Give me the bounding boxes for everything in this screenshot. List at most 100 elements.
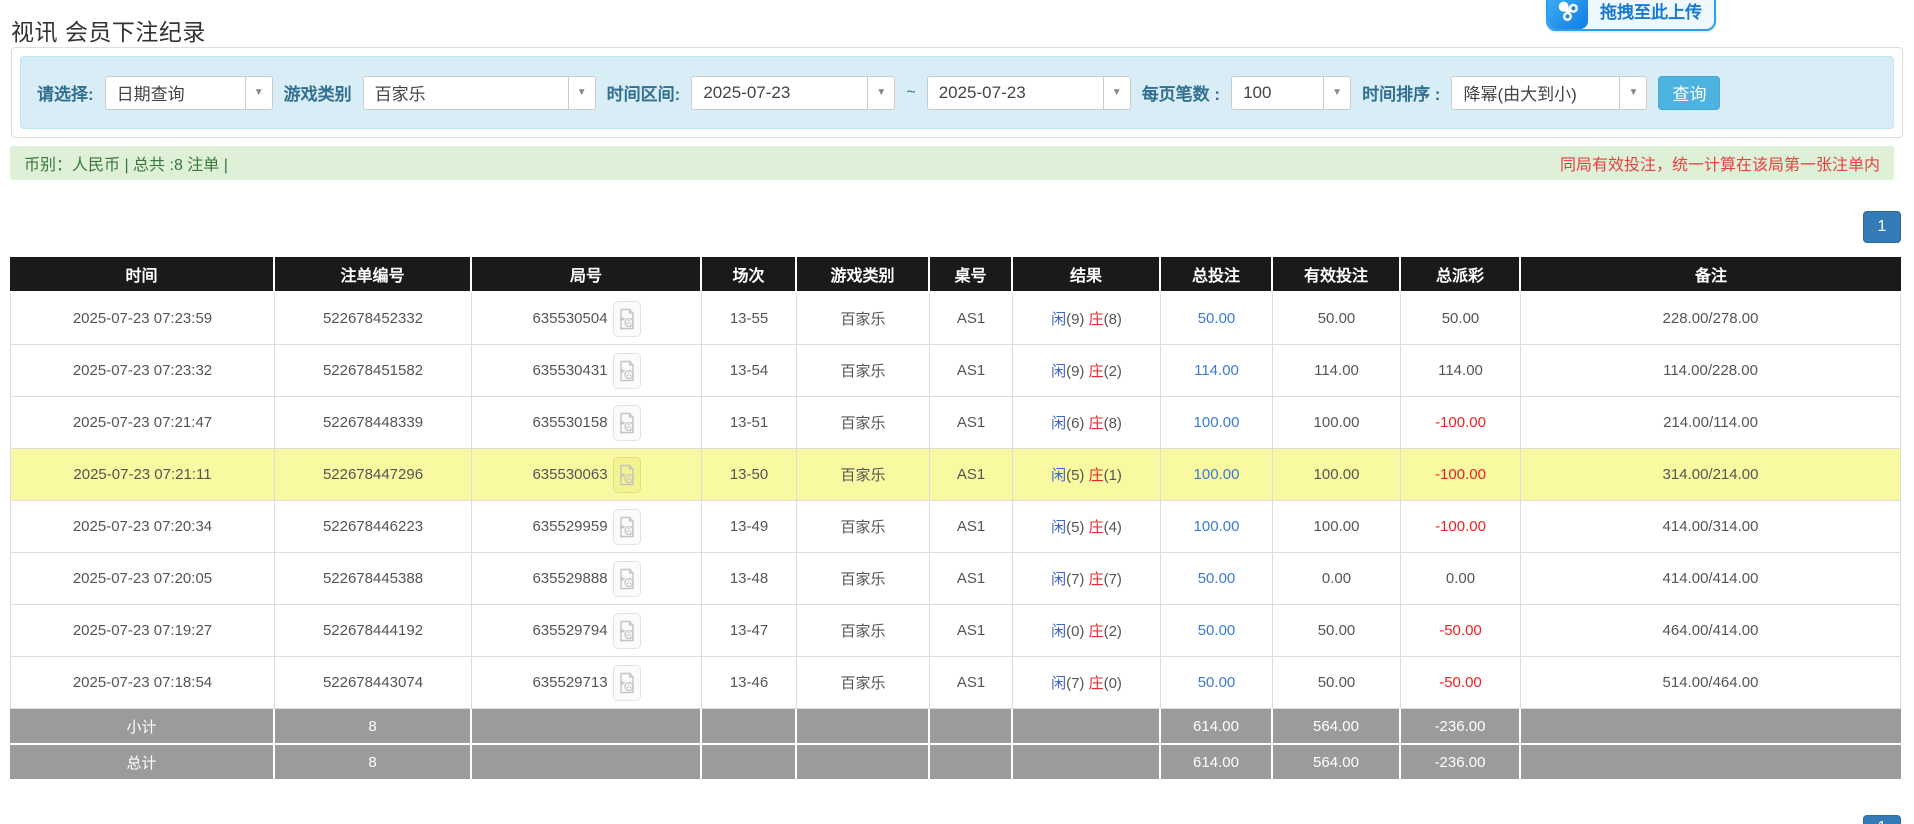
page-size-value: 100 [1231,76,1323,110]
round-number: 635530431 [532,362,607,379]
column-header: 场次 [702,257,797,293]
summary-count-cell: 8 [275,709,472,745]
betting-records-page: 视讯 会员下注纪录 拖拽至此上传 请选择: 日期查询 ▼ 游戏类别 百家乐 [0,0,1914,824]
game-type-cell: 百家乐 [797,657,930,709]
total-bet-link[interactable]: 100.00 [1194,518,1240,535]
time-cell: 2025-07-23 07:20:05 [10,553,275,605]
date-to-select[interactable]: 2025-07-23 ▼ [927,76,1131,110]
payout-cell: -100.00 [1401,397,1521,449]
summary-empty-cell [1013,709,1161,745]
tilde-separator: ~ [906,84,915,102]
round-cell: 635529713 [472,657,702,709]
payout-cell: -50.00 [1401,657,1521,709]
total-bet-cell: 114.00 [1161,345,1273,397]
round-number: 635529959 [532,518,607,535]
page-size-label: 每页笔数 : [1142,80,1220,105]
video-replay-icon-button[interactable] [613,457,641,493]
chevron-down-icon[interactable]: ▼ [1323,76,1351,110]
banker-score: (4) [1104,519,1122,536]
game-type-cell: 百家乐 [797,345,930,397]
video-replay-icon-button[interactable] [613,613,641,649]
table-body: 2025-07-23 07:23:59522678452332635530504… [10,293,1901,781]
payout-cell: -100.00 [1401,449,1521,501]
currency-summary-bar: 币别：人民币 | 总共 :8 注单 | 同局有效投注，统一计算在该局第一张注单内 [10,146,1894,180]
valid-bet-cell: 0.00 [1273,553,1401,605]
pagination-page-1-top[interactable]: 1 [1863,211,1901,243]
session-cell: 13-48 [702,553,797,605]
time-cell: 2025-07-23 07:23:32 [10,345,275,397]
round-cell: 635529959 [472,501,702,553]
table-number-cell: AS1 [930,657,1013,709]
player-score: (0) [1066,623,1084,640]
video-replay-icon-button[interactable] [613,301,641,337]
player-score: (5) [1066,519,1084,536]
round-number: 635529888 [532,570,607,587]
date-from-select[interactable]: 2025-07-23 ▼ [691,76,895,110]
table-number-cell: AS1 [930,293,1013,345]
total-bet-cell: 50.00 [1161,553,1273,605]
table-number-cell: AS1 [930,449,1013,501]
video-replay-icon-button[interactable] [613,509,641,545]
video-replay-icon-button[interactable] [613,561,641,597]
total-bet-link[interactable]: 50.00 [1198,674,1236,691]
time-cell: 2025-07-23 07:18:54 [10,657,275,709]
bet-id-cell: 522678451582 [275,345,472,397]
table-row: 2025-07-23 07:19:27522678444192635529794… [10,605,1901,657]
total-bet-link[interactable]: 100.00 [1194,414,1240,431]
table-number-cell: AS1 [930,501,1013,553]
total-bet-cell: 100.00 [1161,501,1273,553]
bet-id-cell: 522678443074 [275,657,472,709]
banker-result: 庄 [1084,363,1103,380]
summary-empty-cell [930,709,1013,745]
date-to-value: 2025-07-23 [927,76,1103,110]
player-score: (9) [1066,311,1084,328]
search-button[interactable]: 查询 [1658,76,1720,110]
bet-id-cell: 522678447296 [275,449,472,501]
video-replay-icon-button[interactable] [613,353,641,389]
summary-total-bet-cell: 614.00 [1161,745,1273,781]
payout-cell: 0.00 [1401,553,1521,605]
game-type-label: 游戏类别 [284,80,352,105]
summary-empty-cell [797,709,930,745]
result-cell: 闲(0) 庄(2) [1013,605,1161,657]
result-cell: 闲(5) 庄(4) [1013,501,1161,553]
game-type-select[interactable]: 百家乐 ▼ [363,76,596,110]
chevron-down-icon[interactable]: ▼ [1619,76,1647,110]
time-sort-value: 降幂(由大到小) [1451,76,1619,110]
result-cell: 闲(9) 庄(8) [1013,293,1161,345]
round-cell: 635529888 [472,553,702,605]
banker-score: (1) [1104,467,1122,484]
player-score: (9) [1066,363,1084,380]
chevron-down-icon[interactable]: ▼ [1103,76,1131,110]
total-bet-link[interactable]: 50.00 [1198,622,1236,639]
round-cell: 635530063 [472,449,702,501]
pagination-page-1-bottom[interactable]: 1 [1863,815,1901,824]
game-type-cell: 百家乐 [797,553,930,605]
session-cell: 13-54 [702,345,797,397]
total-bet-link[interactable]: 114.00 [1194,362,1239,379]
time-sort-select[interactable]: 降幂(由大到小) ▼ [1451,76,1647,110]
summary-payout-cell: -236.00 [1401,709,1521,745]
round-number: 635529713 [532,674,607,691]
table-row: 2025-07-23 07:21:11522678447296635530063… [10,449,1901,501]
table-row: 2025-07-23 07:20:05522678445388635529888… [10,553,1901,605]
page-size-select[interactable]: 100 ▼ [1231,76,1351,110]
video-replay-icon-button[interactable] [613,665,641,701]
total-bet-link[interactable]: 100.00 [1194,466,1240,483]
chevron-down-icon[interactable]: ▼ [245,76,273,110]
total-bet-link[interactable]: 50.00 [1198,310,1236,327]
column-header: 游戏类别 [797,257,930,293]
valid-bet-cell: 50.00 [1273,657,1401,709]
subtotal-row: 小计8614.00564.00-236.00 [10,709,1901,745]
remark-cell: 314.00/214.00 [1521,449,1901,501]
video-replay-icon-button[interactable] [613,405,641,441]
result-cell: 闲(7) 庄(7) [1013,553,1161,605]
drag-upload-widget[interactable]: 拖拽至此上传 [1546,0,1716,31]
total-bet-link[interactable]: 50.00 [1198,570,1236,587]
player-result: 闲 [1051,311,1066,328]
banker-score: (7) [1104,571,1122,588]
query-mode-select[interactable]: 日期查询 ▼ [105,76,273,110]
chevron-down-icon[interactable]: ▼ [867,76,895,110]
chevron-down-icon[interactable]: ▼ [568,76,596,110]
payout-cell: -100.00 [1401,501,1521,553]
